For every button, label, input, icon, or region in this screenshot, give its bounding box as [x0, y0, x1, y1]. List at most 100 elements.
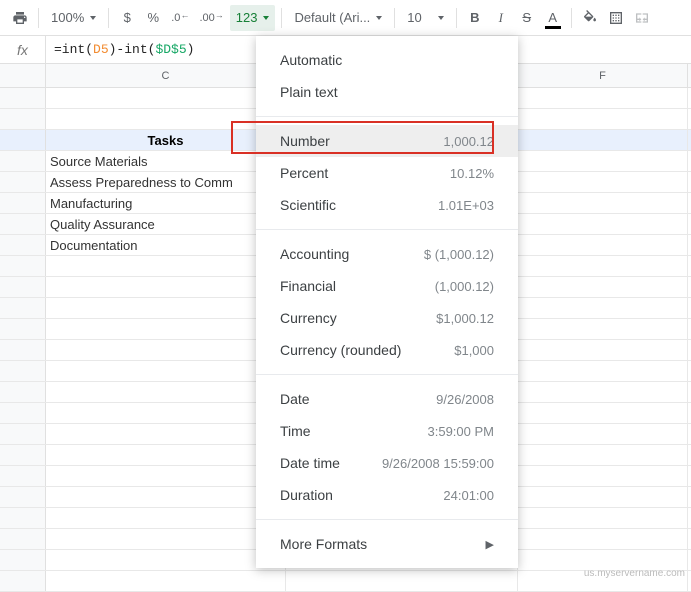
cell[interactable]	[518, 550, 688, 570]
row-header[interactable]	[0, 361, 46, 381]
menu-item-datetime[interactable]: Date time9/26/2008 15:59:00	[256, 447, 518, 479]
cell[interactable]	[286, 571, 518, 591]
row-header[interactable]	[0, 151, 46, 171]
row-header[interactable]	[0, 319, 46, 339]
cell-task[interactable]: Assess Preparedness to Comm	[46, 172, 286, 192]
fx-icon[interactable]: fx	[0, 36, 46, 63]
row-header[interactable]	[0, 487, 46, 507]
menu-item-financial[interactable]: Financial(1,000.12)	[256, 270, 518, 302]
cell[interactable]	[518, 445, 688, 465]
borders-button[interactable]	[604, 5, 628, 31]
cell[interactable]	[518, 172, 688, 192]
select-all-corner[interactable]	[0, 64, 46, 87]
cell[interactable]	[518, 529, 688, 549]
cell[interactable]	[46, 340, 286, 360]
cell[interactable]	[518, 277, 688, 297]
row-header[interactable]	[0, 529, 46, 549]
cell-task[interactable]: Manufacturing	[46, 193, 286, 213]
cell[interactable]	[46, 88, 286, 108]
row-header[interactable]	[0, 277, 46, 297]
row-header[interactable]	[0, 88, 46, 108]
menu-item-duration[interactable]: Duration24:01:00	[256, 479, 518, 511]
cell[interactable]	[518, 508, 688, 528]
menu-item-scientific[interactable]: Scientific1.01E+03	[256, 189, 518, 221]
text-color-button[interactable]: A	[541, 5, 565, 31]
menu-item-currency[interactable]: Currency$1,000.12	[256, 302, 518, 334]
row-header[interactable]	[0, 550, 46, 570]
row-header[interactable]	[0, 256, 46, 276]
font-family-dropdown[interactable]: Default (Ari...	[288, 5, 388, 31]
cell[interactable]	[518, 256, 688, 276]
cell[interactable]	[518, 298, 688, 318]
column-header-f[interactable]: F	[518, 64, 688, 87]
cell[interactable]	[518, 466, 688, 486]
column-header-c[interactable]: C	[46, 64, 286, 87]
increase-decimal-button[interactable]: .00→	[195, 5, 227, 31]
row-header[interactable]	[0, 340, 46, 360]
cell[interactable]	[518, 214, 688, 234]
cell[interactable]	[46, 319, 286, 339]
cell[interactable]	[46, 529, 286, 549]
row-header[interactable]	[0, 424, 46, 444]
menu-item-automatic[interactable]: Automatic	[256, 44, 518, 76]
strikethrough-button[interactable]: S	[515, 5, 539, 31]
row-header[interactable]	[0, 508, 46, 528]
bold-button[interactable]: B	[463, 5, 487, 31]
row-header[interactable]	[0, 571, 46, 591]
row-header[interactable]	[0, 382, 46, 402]
cell[interactable]	[46, 382, 286, 402]
cell[interactable]	[46, 424, 286, 444]
cell[interactable]	[46, 445, 286, 465]
menu-item-more-formats[interactable]: More Formats▶	[256, 528, 518, 560]
cell[interactable]	[518, 130, 688, 150]
row-header[interactable]	[0, 172, 46, 192]
cell[interactable]	[46, 403, 286, 423]
cell[interactable]	[518, 487, 688, 507]
number-format-dropdown[interactable]: 123	[230, 5, 276, 31]
row-header[interactable]	[0, 403, 46, 423]
cell-task[interactable]: Documentation	[46, 235, 286, 255]
cell-tasks-header[interactable]: Tasks	[46, 130, 286, 150]
decrease-decimal-button[interactable]: .0←	[167, 5, 193, 31]
merge-cells-button[interactable]	[630, 5, 654, 31]
row-header[interactable]	[0, 109, 46, 129]
cell[interactable]	[46, 466, 286, 486]
fill-color-button[interactable]	[578, 5, 602, 31]
menu-item-plain-text[interactable]: Plain text	[256, 76, 518, 108]
menu-item-time[interactable]: Time3:59:00 PM	[256, 415, 518, 447]
menu-item-accounting[interactable]: Accounting$ (1,000.12)	[256, 238, 518, 270]
cell[interactable]	[46, 508, 286, 528]
format-percent-button[interactable]: %	[141, 5, 165, 31]
cell[interactable]	[518, 319, 688, 339]
cell-task[interactable]: Source Materials	[46, 151, 286, 171]
print-icon[interactable]	[8, 5, 32, 31]
menu-item-date[interactable]: Date9/26/2008	[256, 383, 518, 415]
row-header[interactable]	[0, 445, 46, 465]
cell[interactable]	[46, 487, 286, 507]
cell[interactable]	[46, 361, 286, 381]
cell[interactable]	[518, 151, 688, 171]
italic-button[interactable]: I	[489, 5, 513, 31]
menu-item-percent[interactable]: Percent10.12%	[256, 157, 518, 189]
format-currency-button[interactable]: $	[115, 5, 139, 31]
cell[interactable]	[46, 109, 286, 129]
cell[interactable]	[46, 256, 286, 276]
row-header[interactable]	[0, 214, 46, 234]
cell[interactable]	[518, 88, 688, 108]
cell[interactable]	[518, 424, 688, 444]
cell[interactable]	[46, 298, 286, 318]
font-size-dropdown[interactable]: 10	[401, 5, 449, 31]
row-header[interactable]	[0, 130, 46, 150]
cell[interactable]	[46, 550, 286, 570]
row-header[interactable]	[0, 466, 46, 486]
cell[interactable]	[518, 361, 688, 381]
row-header[interactable]	[0, 298, 46, 318]
cell[interactable]	[518, 109, 688, 129]
menu-item-number[interactable]: Number1,000.12	[256, 125, 518, 157]
row-header[interactable]	[0, 193, 46, 213]
cell[interactable]	[518, 340, 688, 360]
cell[interactable]	[518, 403, 688, 423]
menu-item-currency-rounded[interactable]: Currency (rounded)$1,000	[256, 334, 518, 366]
zoom-dropdown[interactable]: 100%	[45, 5, 102, 31]
cell-task[interactable]: Quality Assurance	[46, 214, 286, 234]
